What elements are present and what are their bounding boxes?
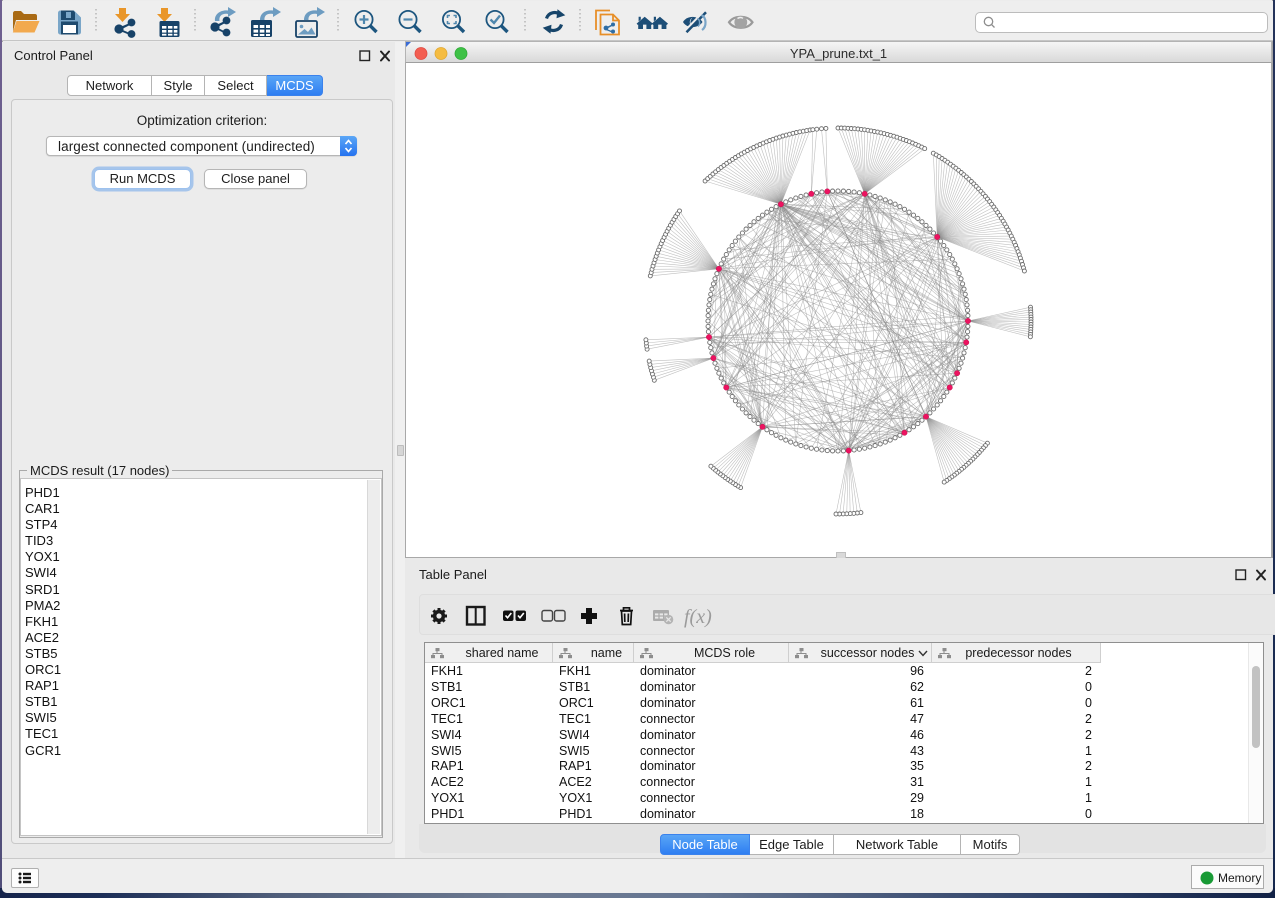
svg-text:f(x): f(x) bbox=[684, 606, 712, 628]
